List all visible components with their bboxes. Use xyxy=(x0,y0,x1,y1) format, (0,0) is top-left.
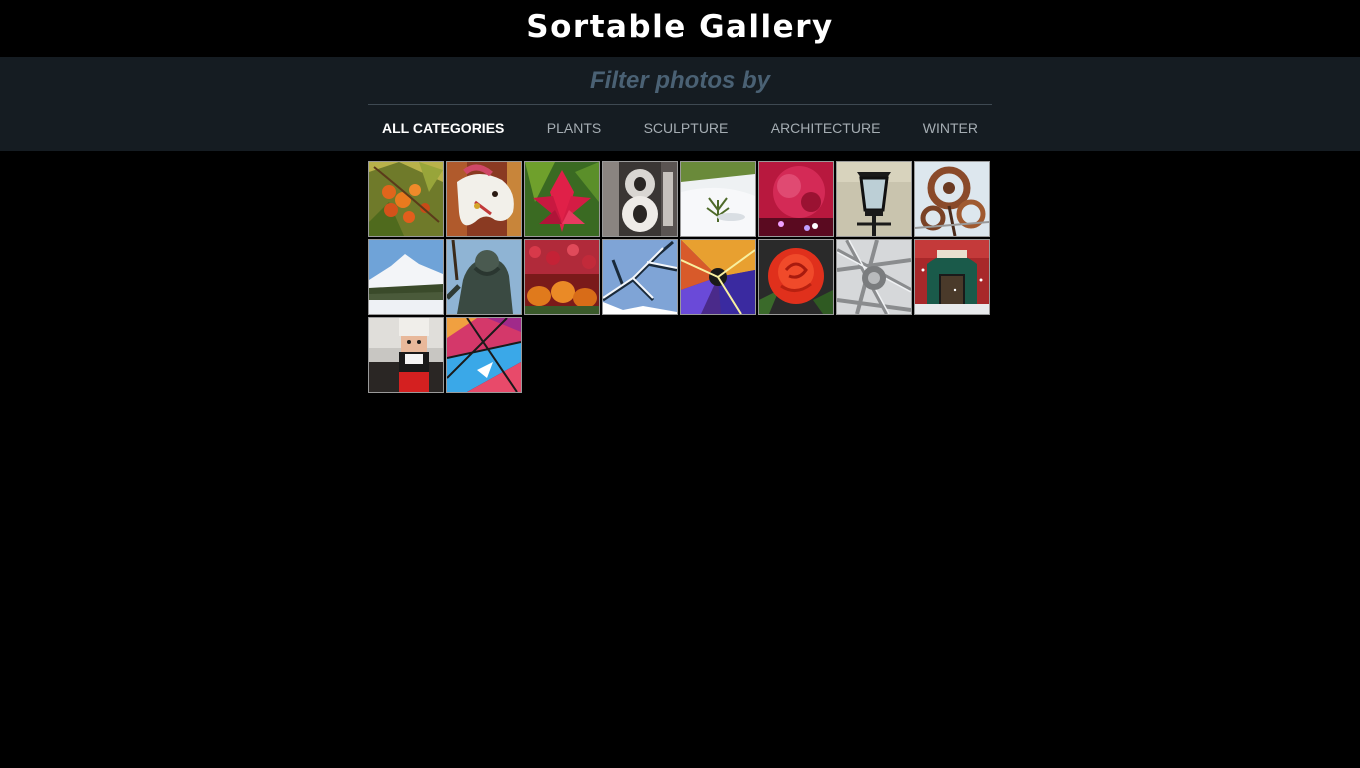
filter-sculpture[interactable]: SCULPTURE xyxy=(644,121,729,135)
filter-heading: Filter photos by xyxy=(368,57,992,105)
filter-panel: Filter photos by ALL CATEGORIES PLANTS S… xyxy=(368,57,992,150)
metal-number-8-photo[interactable] xyxy=(602,161,678,237)
pink-lights-photo[interactable] xyxy=(758,161,834,237)
storefront-in-snow-photo[interactable] xyxy=(914,239,990,315)
nutcracker-photo[interactable] xyxy=(368,317,444,393)
orange-berries-photo[interactable] xyxy=(368,161,444,237)
colorful-light-burst-photo[interactable] xyxy=(680,239,756,315)
site-header: Sortable Gallery xyxy=(0,0,1360,57)
filter-plants[interactable]: PLANTS xyxy=(547,121,601,135)
carousel-horse-photo[interactable] xyxy=(446,161,522,237)
filter-winter[interactable]: WINTER xyxy=(923,121,978,135)
snowy-mountain-photo[interactable] xyxy=(368,239,444,315)
photo-gallery xyxy=(368,161,992,393)
red-flower-photo[interactable] xyxy=(524,161,600,237)
steel-sculpture-photo[interactable] xyxy=(836,239,912,315)
snowy-branches-photo[interactable] xyxy=(602,239,678,315)
filter-all-categories[interactable]: ALL CATEGORIES xyxy=(382,121,504,135)
plant-in-snow-photo[interactable] xyxy=(680,161,756,237)
filter-band: Filter photos by ALL CATEGORIES PLANTS S… xyxy=(0,57,1360,151)
pumpkins-flowers-photo[interactable] xyxy=(524,239,600,315)
site-title: Sortable Gallery xyxy=(526,9,834,45)
category-filter-nav: ALL CATEGORIES PLANTS SCULPTURE ARCHITEC… xyxy=(368,105,992,150)
bronze-statue-photo[interactable] xyxy=(446,239,522,315)
red-rose-photo[interactable] xyxy=(758,239,834,315)
colored-glass-ceiling-photo[interactable] xyxy=(446,317,522,393)
filter-architecture[interactable]: ARCHITECTURE xyxy=(771,121,881,135)
metal-flower-sculpture-photo[interactable] xyxy=(914,161,990,237)
street-lantern-photo[interactable] xyxy=(836,161,912,237)
